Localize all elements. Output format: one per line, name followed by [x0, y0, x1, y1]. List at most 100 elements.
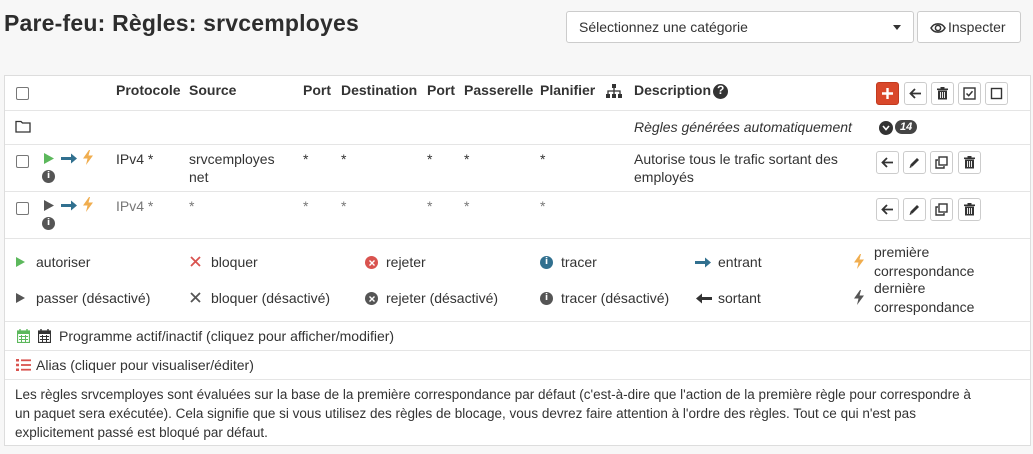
edit-rule-button[interactable]: [903, 198, 926, 221]
move-rule-button[interactable]: [876, 151, 899, 174]
enable-selected-button[interactable]: [958, 82, 981, 105]
col-gateway[interactable]: Passerelle: [464, 82, 533, 98]
reject-icon: [365, 256, 378, 269]
legend-pass: autoriser: [36, 254, 91, 270]
inspect-button[interactable]: Inspecter: [917, 11, 1021, 43]
play-pass-icon: [16, 257, 25, 267]
chevron-down-icon[interactable]: [879, 121, 893, 135]
row-checkbox[interactable]: [16, 202, 29, 215]
legend-log-disabled: tracer (désactivé): [561, 290, 670, 306]
table-row: i IPv4 * srvcemployes net * * * * * Auto…: [5, 145, 1030, 192]
rule-protocol: IPv4 *: [116, 151, 154, 167]
row-checkbox[interactable]: [16, 155, 29, 168]
pencil-icon: [909, 158, 919, 168]
add-rule-button[interactable]: [876, 82, 899, 105]
alias-legend-text: Alias (cliquer pour visualiser/éditer): [36, 357, 254, 373]
category-select[interactable]: Sélectionnez une catégorie: [566, 11, 914, 43]
square-icon: [990, 87, 1003, 100]
legend-out: sortant: [718, 290, 761, 306]
calendar-active-icon: [17, 329, 30, 343]
arrow-right-in-icon: [61, 153, 77, 164]
rule-schedule: *: [540, 198, 546, 214]
rule-source-line1[interactable]: srvcemployes: [189, 151, 275, 167]
eye-icon: [930, 23, 946, 33]
legend-reject-disabled: rejeter (désactivé): [386, 290, 499, 306]
legend-block: bloquer: [211, 254, 258, 270]
delete-selected-button[interactable]: [931, 82, 954, 105]
trash-icon: [964, 203, 975, 216]
bolt-first-match-icon: [83, 197, 93, 212]
col-port-source[interactable]: Port: [303, 82, 331, 98]
col-port-destination[interactable]: Port: [427, 82, 455, 98]
rule-description-line1: Autorise tous le trafic sortant des: [634, 151, 838, 167]
info-icon[interactable]: i: [42, 217, 55, 230]
legend-last-match-l2: correspondance: [874, 299, 975, 315]
list-icon: [16, 359, 31, 371]
arrow-left-icon: [909, 88, 921, 99]
rule-port-destination: *: [427, 151, 433, 167]
legend-pass-disabled: passer (désactivé): [36, 290, 151, 306]
auto-rules-label: Règles générées automatiquement: [634, 119, 852, 135]
folder-icon: [15, 120, 31, 133]
legend-reject: rejeter: [386, 254, 426, 270]
rule-description-line2: employés: [634, 169, 694, 185]
info-log-icon: i: [540, 256, 553, 269]
legend-first-match-l1: première: [874, 244, 930, 260]
play-pass-disabled-icon: [16, 293, 25, 303]
col-protocol[interactable]: Protocole: [116, 82, 181, 98]
bolt-last-match-icon: [854, 290, 864, 305]
trash-icon: [964, 156, 975, 169]
auto-rules-count-badge: 14: [895, 120, 918, 134]
clone-icon: [935, 203, 948, 216]
select-all-checkbox[interactable]: [16, 87, 29, 100]
schedule-legend-text: Programme actif/inactif (cliquez pour af…: [59, 328, 395, 344]
rule-schedule: *: [540, 151, 546, 167]
legend-in: entrant: [718, 254, 762, 270]
evaluation-note: Les règles srvcemployes sont évaluées su…: [15, 385, 1020, 442]
move-rules-button[interactable]: [904, 82, 927, 105]
rule-port-destination: *: [427, 198, 433, 214]
copy-rule-button[interactable]: [930, 151, 953, 174]
table-row: i IPv4 * * * * * * *: [5, 192, 1030, 239]
arrow-left-icon: [881, 204, 893, 215]
bolt-first-match-icon: [854, 254, 864, 269]
page-title: Pare-feu: Règles: srvcemployes: [4, 10, 359, 36]
arrow-left-icon: [881, 157, 893, 168]
inspect-button-label: Inspecter: [948, 19, 1006, 35]
rule-port-source: *: [303, 198, 309, 214]
info-icon[interactable]: i: [42, 170, 55, 183]
col-schedule[interactable]: Planifier: [540, 82, 595, 98]
rule-protocol: IPv4 *: [116, 198, 154, 214]
col-destination[interactable]: Destination: [341, 82, 417, 98]
col-description[interactable]: Description: [634, 82, 711, 98]
arrow-right-in-icon: [695, 257, 711, 268]
legend: autoriser bloquer rejeter i tracer entra…: [5, 239, 1030, 322]
times-block-icon: [190, 256, 201, 267]
pencil-icon: [909, 205, 919, 215]
delete-rule-button[interactable]: [958, 151, 981, 174]
info-log-disabled-icon: i: [540, 292, 553, 305]
category-select-value: Sélectionnez une catégorie: [579, 19, 748, 35]
page-header: Pare-feu: Règles: srvcemployes Sélection…: [0, 0, 1033, 56]
rule-gateway: *: [464, 151, 470, 167]
play-pass-disabled-icon[interactable]: [43, 199, 55, 212]
legend-block-disabled: bloquer (désactivé): [211, 290, 331, 306]
legend-log: tracer: [561, 254, 597, 270]
rule-source-line2[interactable]: net: [189, 169, 208, 185]
reject-disabled-icon: [365, 292, 378, 305]
rules-panel: Protocole Source Port Destination Port P…: [4, 75, 1031, 446]
move-rule-button[interactable]: [876, 198, 899, 221]
col-source[interactable]: Source: [189, 82, 236, 98]
play-pass-icon[interactable]: [43, 152, 55, 165]
help-icon[interactable]: ?: [713, 83, 728, 99]
auto-rules-group-row[interactable]: Règles générées automatiquement 14: [5, 111, 1030, 145]
copy-rule-button[interactable]: [930, 198, 953, 221]
rule-source-line1: *: [189, 198, 195, 214]
alias-legend-row: Alias (cliquer pour visualiser/éditer): [5, 351, 1030, 380]
disable-selected-button[interactable]: [985, 82, 1008, 105]
delete-rule-button[interactable]: [958, 198, 981, 221]
calendar-inactive-icon: [38, 329, 51, 343]
clone-icon: [935, 156, 948, 169]
evaluation-note-line3: explicitement passé est bloqué par défau…: [15, 425, 268, 440]
edit-rule-button[interactable]: [903, 151, 926, 174]
